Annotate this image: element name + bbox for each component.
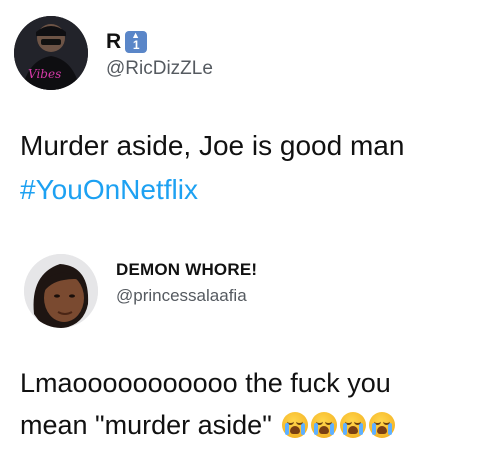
loudly-crying-face-icon <box>369 412 396 438</box>
tweet-text-line: Murder aside, Joe is good man <box>20 130 405 161</box>
loudly-crying-face-icon <box>340 412 367 438</box>
display-name[interactable]: R ▲ 1 <box>106 30 148 54</box>
tweet-text-line: Lmaooooooooooo the fuck you <box>20 368 391 398</box>
tweet-text: Murder aside, Joe is good man #YouOnNetf… <box>20 124 404 212</box>
loudly-crying-face-icon <box>282 412 309 438</box>
svg-text:Vibes: Vibes <box>28 67 61 81</box>
tweet-text-line: mean "murder aside" <box>20 404 480 446</box>
loudly-crying-face-icon <box>311 412 338 438</box>
display-name[interactable]: DEMON WHORE! <box>116 260 257 280</box>
handle[interactable]: @RicDizZLe <box>106 58 213 80</box>
tweet-2: DEMON WHORE! @princessalaafia Lmaooooooo… <box>0 240 490 457</box>
hashtag-link[interactable]: #YouOnNetflix <box>20 168 404 212</box>
avatar[interactable]: Vibes <box>14 16 88 90</box>
tweet-1: Vibes R ▲ 1 @RicDizZLe Murder aside, Joe… <box>0 0 490 240</box>
handle[interactable]: @princessalaafia <box>116 286 247 306</box>
up-arrow-badge-icon: ▲ 1 <box>125 30 148 53</box>
tweet-text: Lmaooooooooooo the fuck you mean "murder… <box>20 362 480 446</box>
avatar[interactable] <box>24 254 98 328</box>
